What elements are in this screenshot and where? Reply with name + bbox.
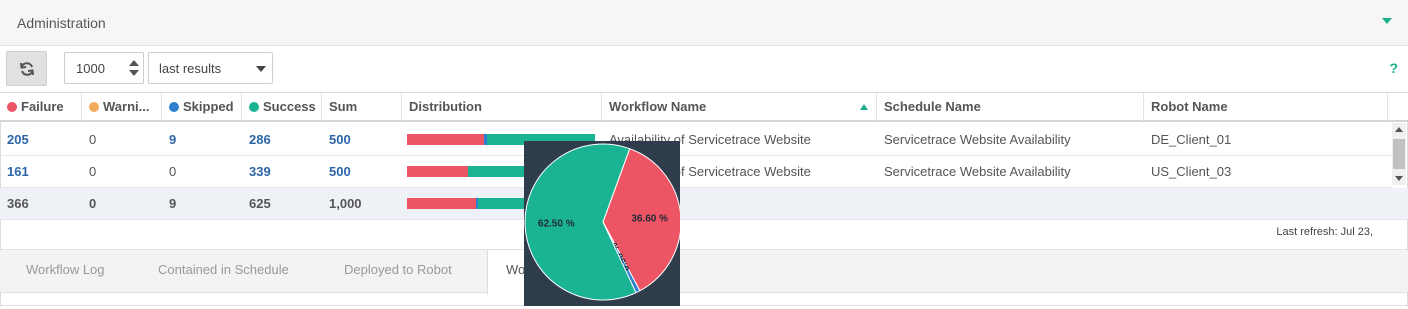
- refresh-button[interactable]: [6, 51, 47, 86]
- skipped-count: 0: [169, 164, 177, 179]
- scroll-down-icon[interactable]: [1395, 176, 1403, 181]
- results-mode-value: last results: [159, 61, 222, 76]
- distribution-tooltip: 36.60 % 0.90 % 62.50 %: [524, 141, 682, 306]
- warning-dot-icon: [89, 102, 99, 112]
- collapse-caret-icon[interactable]: [1382, 18, 1392, 24]
- spin-down-icon[interactable]: [129, 70, 139, 76]
- column-warning-label: Warni...: [103, 99, 150, 114]
- sort-ascending-icon: [860, 104, 868, 110]
- totals-row: 366 0 9 625 1,000: [0, 188, 1408, 220]
- distribution-segment-failure: [407, 166, 468, 177]
- pie-slice-label: 36.60 %: [631, 213, 668, 224]
- skipped-dot-icon: [169, 102, 179, 112]
- success-count-link[interactable]: 286: [242, 124, 322, 156]
- scroll-up-icon[interactable]: [1395, 127, 1403, 132]
- distribution-pie-chart: 36.60 %0.90 %62.50 %: [524, 143, 682, 301]
- total-failure: 366: [7, 196, 29, 211]
- help-icon[interactable]: ?: [1389, 60, 1398, 76]
- detail-tabs: Workflow Log Contained in Schedule Deplo…: [0, 249, 1408, 295]
- results-mode-select[interactable]: last results: [148, 52, 273, 84]
- column-distribution-label: Distribution: [409, 99, 482, 114]
- column-robot-name[interactable]: Robot Name: [1144, 93, 1388, 123]
- column-skipped[interactable]: Skipped: [162, 93, 242, 123]
- total-warning: 0: [89, 196, 97, 211]
- chevron-down-icon: [256, 66, 266, 72]
- column-success[interactable]: Success: [242, 93, 322, 123]
- column-warning[interactable]: Warni...: [82, 93, 162, 123]
- column-failure[interactable]: Failure: [0, 93, 82, 123]
- tab-deployed-to-robot[interactable]: Deployed to Robot: [326, 250, 470, 294]
- total-success: 625: [249, 196, 271, 211]
- last-refresh-text: Last refresh: Jul 23,: [1276, 226, 1373, 238]
- column-workflow-label: Workflow Name: [609, 99, 707, 114]
- success-dot-icon: [249, 102, 259, 112]
- refresh-icon: [20, 62, 34, 76]
- tab-workflow-log[interactable]: Workflow Log: [8, 250, 123, 294]
- table-row[interactable]: 205 0 9 286 500 Availability of Servicet…: [0, 124, 1392, 156]
- result-count-value: 1000: [76, 61, 105, 76]
- failure-count-link[interactable]: 161: [0, 156, 82, 188]
- success-count-link[interactable]: 339: [242, 156, 322, 188]
- total-sum: 1,000: [329, 196, 362, 211]
- column-schedule-label: Schedule Name: [884, 99, 981, 114]
- column-success-label: Success: [263, 99, 316, 114]
- table-header: Failure Warni... Skipped Success Sum Dis…: [0, 92, 1408, 123]
- schedule-name: Servicetrace Website Availability: [884, 164, 1071, 179]
- skipped-count-link[interactable]: 9: [162, 124, 242, 156]
- table-scrollbar[interactable]: [1392, 123, 1406, 185]
- column-schedule-name[interactable]: Schedule Name: [877, 93, 1144, 123]
- spin-up-icon[interactable]: [129, 60, 139, 66]
- pie-slice-label: 62.50 %: [538, 219, 575, 230]
- warning-count: 0: [89, 132, 97, 147]
- column-skipped-label: Skipped: [183, 99, 234, 114]
- robot-name: US_Client_03: [1151, 164, 1232, 179]
- distribution-segment-failure: [407, 134, 484, 145]
- toolbar: 1000 last results ?: [0, 46, 1408, 92]
- column-sum[interactable]: Sum: [322, 93, 402, 123]
- warning-count: 0: [89, 164, 97, 179]
- column-distribution[interactable]: Distribution: [402, 93, 602, 123]
- robot-name: DE_Client_01: [1151, 132, 1232, 147]
- column-failure-label: Failure: [21, 99, 64, 114]
- distribution-segment-failure: [407, 198, 476, 209]
- panel-title: Administration: [17, 15, 106, 31]
- schedule-name: Servicetrace Website Availability: [884, 132, 1071, 147]
- panel-header[interactable]: Administration: [0, 0, 1408, 46]
- column-workflow-name[interactable]: Workflow Name: [602, 93, 877, 123]
- column-sum-label: Sum: [329, 99, 358, 114]
- tab-contained-in-schedule[interactable]: Contained in Schedule: [140, 250, 307, 294]
- table-row[interactable]: 161 0 0 339 500 Availability of Servicet…: [0, 156, 1392, 188]
- column-robot-label: Robot Name: [1151, 99, 1228, 114]
- failure-dot-icon: [7, 102, 17, 112]
- sum-count-link[interactable]: 500: [322, 124, 402, 156]
- sum-count-link[interactable]: 500: [322, 156, 402, 188]
- scroll-thumb[interactable]: [1393, 139, 1405, 169]
- result-count-input[interactable]: 1000: [64, 52, 144, 84]
- failure-count-link[interactable]: 205: [0, 124, 82, 156]
- total-skipped: 9: [169, 196, 177, 211]
